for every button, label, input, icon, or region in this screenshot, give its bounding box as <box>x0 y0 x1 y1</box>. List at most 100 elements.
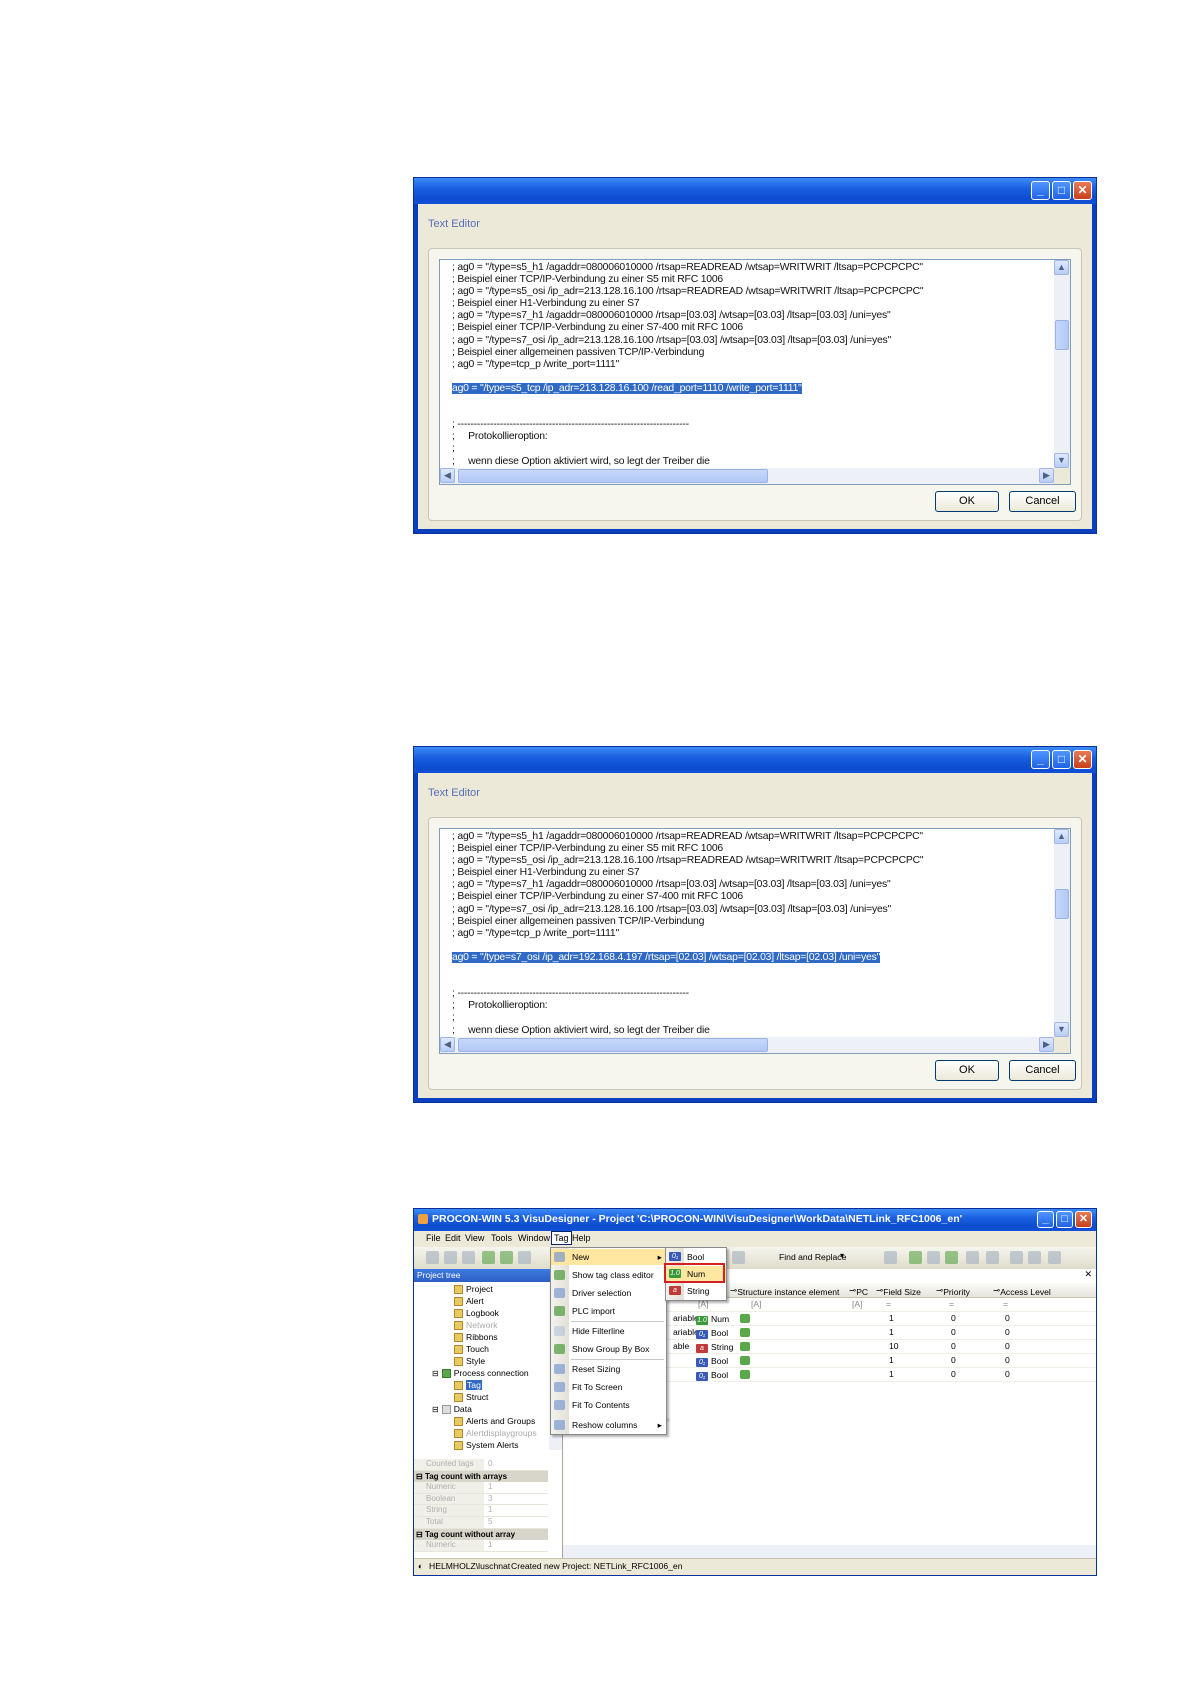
maximize-button[interactable]: □ <box>1052 181 1071 200</box>
menu-item-hide-filterline[interactable]: Hide Filterline <box>551 1323 666 1339</box>
tree-item-tag[interactable]: Tag <box>454 1380 482 1390</box>
menu-help[interactable]: Help <box>572 1233 591 1243</box>
tag-menu: New ▸ Show tag class editor Driver select… <box>550 1247 667 1419</box>
cancel-button[interactable]: Cancel <box>1009 491 1076 512</box>
menu-view[interactable]: View <box>465 1233 484 1243</box>
close-icon[interactable]: ✕ <box>1084 1269 1092 1280</box>
menu-item-reset-sizing[interactable]: Reset Sizing <box>551 1361 666 1377</box>
minimize-button[interactable]: _ <box>1031 181 1050 200</box>
scroll-left-icon[interactable]: ◀ <box>440 1037 455 1052</box>
scroll-up-icon[interactable]: ▲ <box>1054 829 1069 844</box>
menu-item-reshow-columns[interactable]: Reshow columns ▸ <box>551 1417 666 1433</box>
horizontal-scrollbar[interactable]: ◀ ▶ <box>440 468 1054 484</box>
tree-item-project[interactable]: Project <box>454 1284 493 1294</box>
menu-item-string[interactable]: a String <box>666 1283 726 1299</box>
close-button[interactable]: ✕ <box>1075 1211 1092 1228</box>
filter-icon[interactable] <box>966 1251 979 1264</box>
code-text: ; ag0 = "/type=s5_h1 /agaddr=08000601000… <box>452 831 924 1036</box>
menu-item-tag-class-editor[interactable]: Show tag class editor <box>551 1267 666 1283</box>
tree-item-system-alerts[interactable]: System Alerts <box>454 1440 519 1450</box>
menu-tag[interactable]: Tag <box>551 1231 572 1245</box>
menu-file[interactable]: File <box>426 1233 441 1243</box>
tree-item-style[interactable]: Style <box>454 1356 485 1366</box>
tree-item-network[interactable]: Network <box>454 1320 498 1330</box>
copy-icon[interactable] <box>732 1251 745 1264</box>
scroll-right-icon[interactable]: ▶ <box>1039 468 1054 483</box>
folder-icon <box>454 1356 463 1366</box>
scroll-up-icon[interactable]: ▲ <box>1054 260 1069 275</box>
add-tag-icon[interactable] <box>909 1251 922 1264</box>
tree-item-data[interactable]: ⊟ Data <box>432 1404 472 1414</box>
menu-item-fit-to-contents[interactable]: Fit To Contents <box>551 1397 666 1413</box>
close-button[interactable]: ✕ <box>1073 750 1092 769</box>
folder-icon <box>454 1296 463 1306</box>
export-icon[interactable] <box>500 1251 513 1264</box>
find-replace-button[interactable]: Find and Replace <box>779 1252 846 1262</box>
scroll-down-icon[interactable]: ▼ <box>1054 1022 1069 1037</box>
menu-edit[interactable]: Edit <box>445 1233 461 1243</box>
grid-horizontal-scrollbar[interactable] <box>563 1545 1096 1559</box>
tree-item-alertdisplaygroups[interactable]: Alertdisplaygroups <box>454 1428 537 1438</box>
scroll-thumb[interactable] <box>1055 889 1069 919</box>
maximize-button[interactable]: □ <box>1056 1211 1073 1228</box>
menu-item-plc-import[interactable]: PLC import <box>551 1303 666 1319</box>
vertical-scrollbar[interactable]: ▲ ▼ <box>1054 829 1070 1037</box>
maximize-button[interactable]: □ <box>1052 750 1071 769</box>
menu-item-driver-selection[interactable]: Driver selection <box>551 1285 666 1301</box>
chevron-down-icon[interactable]: ▾ <box>840 1251 844 1260</box>
info-icon[interactable] <box>927 1251 940 1264</box>
ok-button[interactable]: OK <box>935 491 999 512</box>
menu-item-new[interactable]: New ▸ <box>551 1249 666 1265</box>
vertical-scrollbar[interactable]: ▲ ▼ <box>1054 260 1070 468</box>
scroll-thumb[interactable] <box>458 1038 768 1052</box>
ok-button[interactable]: OK <box>935 1060 999 1081</box>
refresh-icon[interactable] <box>945 1251 958 1264</box>
open-icon[interactable] <box>444 1251 457 1264</box>
app-icon <box>418 1214 428 1224</box>
text-editor-area[interactable]: ; ag0 = "/type=s5_h1 /agaddr=08000601000… <box>439 259 1071 485</box>
scroll-left-icon[interactable]: ◀ <box>440 468 455 483</box>
status-message: Created new Project: NETLink_RFC1006_en <box>511 1561 683 1571</box>
new-icon[interactable] <box>426 1251 439 1264</box>
tree-icon[interactable] <box>986 1251 999 1264</box>
document-icon[interactable] <box>884 1251 897 1264</box>
expand-icon[interactable] <box>1010 1251 1023 1264</box>
menu-tools[interactable]: Tools <box>491 1233 512 1243</box>
tree-item-process-connection[interactable]: ⊟ Process connection <box>432 1368 529 1378</box>
tree-item-struct[interactable]: Struct <box>454 1392 488 1402</box>
tag-count-without-array[interactable]: ⊟ Tag count without array <box>414 1528 548 1540</box>
close-button[interactable]: ✕ <box>1073 181 1092 200</box>
scroll-thumb[interactable] <box>1055 320 1069 350</box>
cancel-button[interactable]: Cancel <box>1009 1060 1076 1081</box>
grid-icon[interactable] <box>518 1251 531 1264</box>
tree-item-ribbons[interactable]: Ribbons <box>454 1332 498 1342</box>
tree-item-alerts-groups[interactable]: Alerts and Groups <box>454 1416 535 1426</box>
text-editor-area[interactable]: ; ag0 = "/type=s5_h1 /agaddr=08000601000… <box>439 828 1071 1054</box>
col-header-priority[interactable]: ⊸ Priority <box>936 1285 970 1297</box>
scroll-right-icon[interactable]: ▶ <box>1039 1037 1054 1052</box>
menu-window[interactable]: Window <box>518 1233 550 1243</box>
minimize-button[interactable]: _ <box>1037 1211 1054 1228</box>
col-header-field-size[interactable]: ⊸ Field Size <box>876 1285 921 1297</box>
selected-line[interactable]: ag0 = "/type=s5_tcp /ip_adr=213.128.16.1… <box>452 382 802 394</box>
scroll-down-icon[interactable]: ▼ <box>1054 453 1069 468</box>
col-header-access-level[interactable]: ⊸ Access Level <box>993 1285 1051 1297</box>
project-tree: Project Alert Logbook Network Ribbons To… <box>414 1282 548 1450</box>
menu-item-group-by-box[interactable]: Show Group By Box <box>551 1341 666 1357</box>
save-icon[interactable] <box>462 1251 475 1264</box>
selected-line[interactable]: ag0 = "/type=s7_osi /ip_adr=192.168.4.19… <box>452 951 880 963</box>
collapse-icon[interactable] <box>1028 1251 1041 1264</box>
minimize-button[interactable]: _ <box>1031 750 1050 769</box>
tag-count-with-arrays[interactable]: ⊟ Tag count with arrays <box>414 1470 548 1482</box>
import-icon[interactable] <box>482 1251 495 1264</box>
col-header-structure[interactable]: ⊸ Structure instance element <box>730 1285 839 1297</box>
tree-item-touch[interactable]: Touch <box>454 1344 489 1354</box>
columns-icon[interactable] <box>1048 1251 1061 1264</box>
tree-item-logbook[interactable]: Logbook <box>454 1308 499 1318</box>
menu-item-fit-to-screen[interactable]: Fit To Screen <box>551 1379 666 1395</box>
scroll-thumb[interactable] <box>458 469 768 483</box>
tree-item-alert[interactable]: Alert <box>454 1296 484 1306</box>
code-text: ; ag0 = "/type=s5_h1 /agaddr=08000601000… <box>452 262 924 467</box>
col-header-pc[interactable]: ⊸ PC <box>849 1285 868 1297</box>
horizontal-scrollbar[interactable]: ◀ ▶ <box>440 1037 1054 1053</box>
